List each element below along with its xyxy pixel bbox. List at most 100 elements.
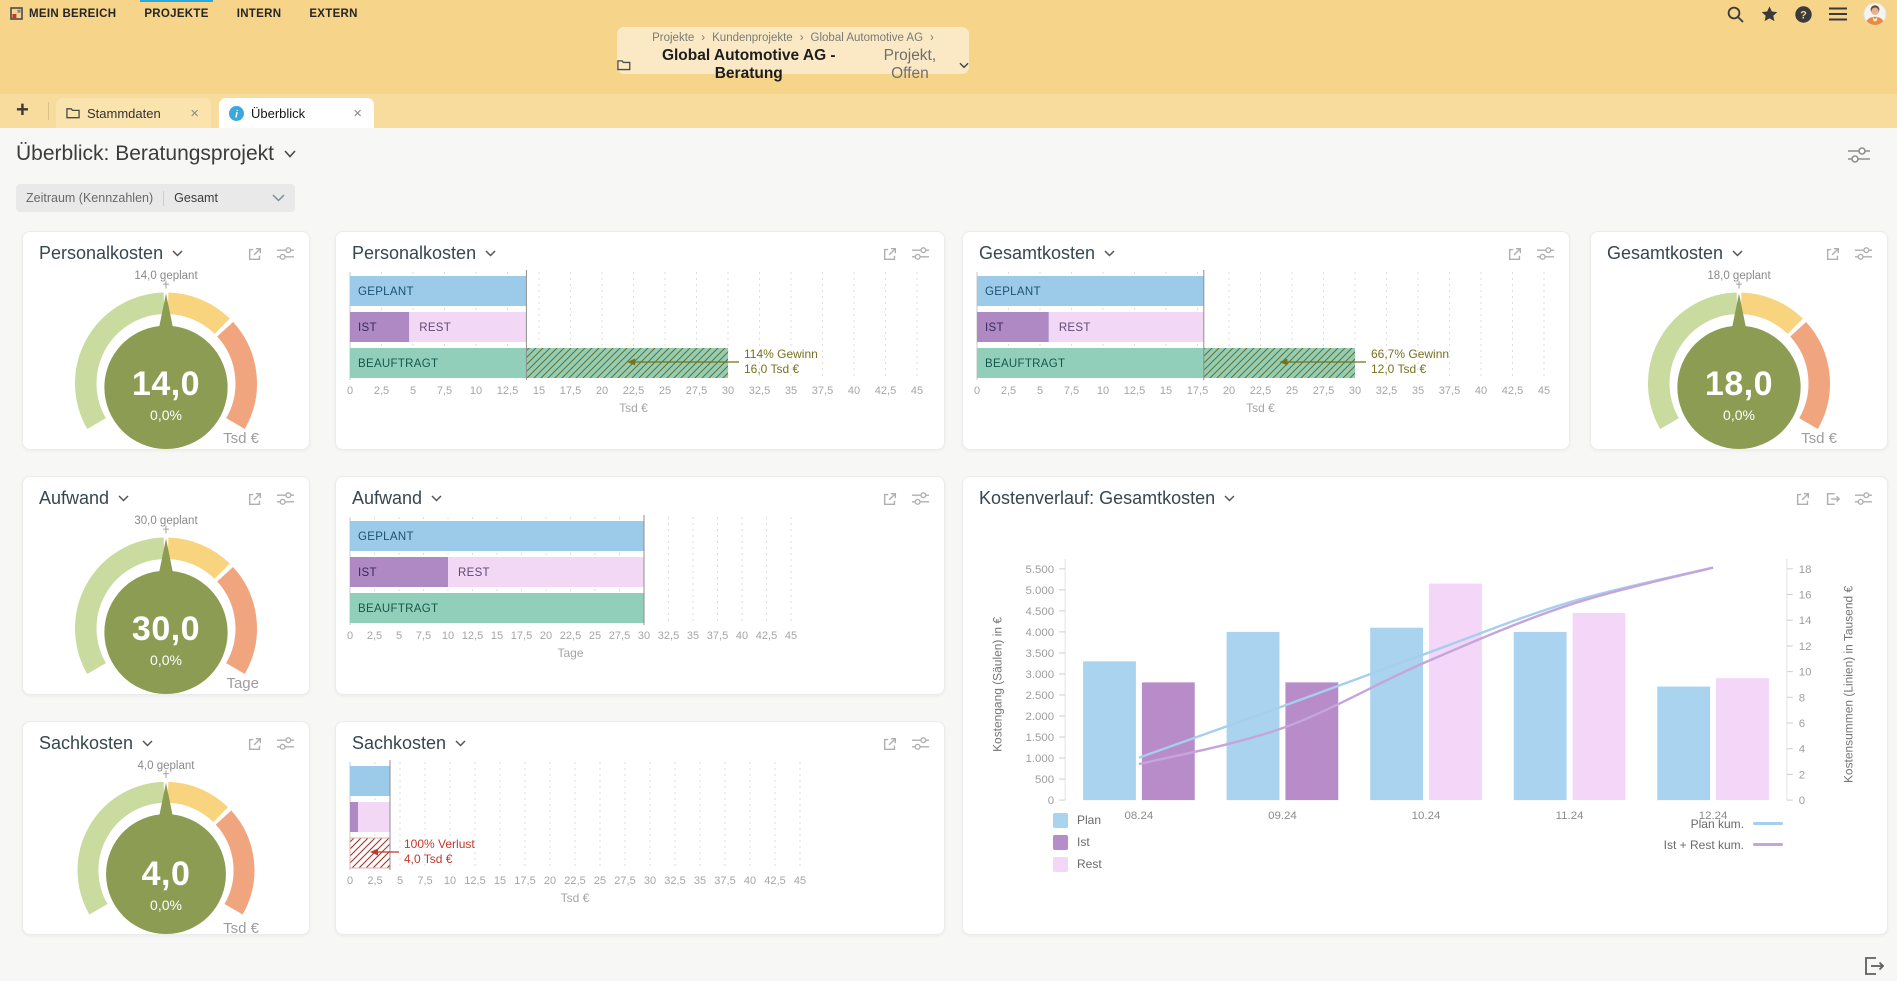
open-in-window-icon[interactable] [882, 736, 898, 752]
svg-text:30: 30 [644, 875, 656, 887]
svg-text:0: 0 [1799, 795, 1805, 807]
chart-settings-icon[interactable] [276, 736, 295, 751]
svg-text:17,5: 17,5 [514, 875, 535, 887]
card-title-dropdown[interactable]: Gesamtkosten [979, 243, 1115, 264]
chart-settings-icon[interactable] [911, 491, 930, 506]
svg-text:5: 5 [396, 630, 402, 642]
svg-text:40: 40 [848, 385, 860, 397]
help-icon[interactable]: ? [1794, 5, 1813, 24]
export-icon[interactable] [1824, 491, 1841, 507]
svg-text:15: 15 [533, 385, 545, 397]
filter-value: Gesamt [174, 191, 218, 205]
nav-extern[interactable]: EXTERN [309, 8, 357, 20]
search-icon[interactable] [1726, 5, 1745, 24]
user-avatar[interactable] [1863, 2, 1887, 26]
svg-text:0: 0 [347, 630, 353, 642]
open-in-window-icon[interactable] [882, 246, 898, 262]
tab-divider [48, 102, 49, 120]
chart-settings-icon[interactable] [276, 246, 295, 261]
gauge-value: 30,0 [23, 610, 309, 649]
kennzahlen-zeitraum-filter[interactable]: Zeitraum (Kennzahlen) Gesamt [16, 184, 295, 212]
breadcrumb-item[interactable]: Global Automotive AG [811, 32, 924, 44]
menu-icon[interactable] [1828, 6, 1848, 22]
svg-text:27,5: 27,5 [609, 630, 630, 642]
svg-text:40: 40 [736, 630, 748, 642]
chart-settings-icon[interactable] [1854, 246, 1873, 261]
svg-text:10: 10 [1799, 667, 1812, 679]
breadcrumb-panel: Projekte › Kundenprojekte › Global Autom… [617, 27, 969, 74]
svg-text:20: 20 [1223, 385, 1235, 397]
svg-text:7,5: 7,5 [416, 630, 431, 642]
nav-projekte[interactable]: PROJEKTE [144, 8, 208, 20]
svg-text:42,5: 42,5 [1502, 385, 1523, 397]
chevron-down-icon [431, 495, 442, 502]
combo-chart-area: 05001.0001.5002.0002.5003.0003.5004.0004… [971, 517, 1879, 834]
hbar-svg: GEPLANTISTRESTBEAUFTRAGT02,557,51012,515… [963, 268, 1569, 446]
hbar-svg: GEPLANTISTRESTBEAUFTRAGT02,557,51012,515… [336, 268, 944, 446]
open-in-window-icon[interactable] [1825, 246, 1841, 262]
tab-ueberblick[interactable]: i Überblick × [219, 98, 374, 128]
close-tab-icon[interactable]: × [188, 105, 201, 122]
page-title: Überblick: Beratungsprojekt [16, 142, 274, 166]
nav-intern[interactable]: INTERN [237, 8, 282, 20]
open-in-window-icon[interactable] [1795, 491, 1811, 507]
gauge-planned-label: 30,0 geplant [23, 515, 309, 527]
open-in-window-icon[interactable] [247, 491, 263, 507]
svg-text:Tsd €: Tsd € [619, 401, 648, 415]
application-window: MEIN BEREICH PROJEKTE INTERN EXTERN ? [0, 0, 1897, 981]
chart-settings-icon[interactable] [911, 246, 930, 261]
gauge-unit: Tsd € [1801, 430, 1837, 447]
card-title-dropdown[interactable]: Gesamtkosten [1607, 243, 1743, 264]
svg-text:32,5: 32,5 [749, 385, 770, 397]
card-title-dropdown[interactable]: Kostenverlauf: Gesamtkosten [979, 488, 1235, 509]
svg-text:66,7% Gewinn: 66,7% Gewinn [1371, 347, 1449, 361]
svg-text:4: 4 [1799, 744, 1806, 756]
nav-mein-bereich[interactable]: MEIN BEREICH [10, 7, 116, 20]
card-title-dropdown[interactable]: Personalkosten [39, 243, 183, 264]
tab-stammdaten[interactable]: Stammdaten × [56, 98, 211, 128]
page-title-dropdown[interactable]: Überblick: Beratungsprojekt [16, 142, 296, 166]
svg-text:22,5: 22,5 [564, 875, 585, 887]
chart-settings-icon[interactable] [911, 736, 930, 751]
project-title-dropdown[interactable]: Global Automotive AG - Beratung Projekt,… [617, 47, 969, 83]
svg-text:32,5: 32,5 [658, 630, 679, 642]
new-tab-button[interactable]: + [16, 99, 29, 121]
svg-text:10.24: 10.24 [1412, 810, 1441, 822]
card-title-dropdown[interactable]: Sachkosten [352, 733, 466, 754]
svg-text:10: 10 [444, 875, 456, 887]
card-title-dropdown[interactable]: Aufwand [39, 488, 129, 509]
breadcrumb-item[interactable]: Kundenprojekte [712, 32, 793, 44]
legend-bars: Plan Ist Rest [1053, 809, 1102, 875]
header-icon-bar: ? [1726, 2, 1887, 26]
card-title-dropdown[interactable]: Personalkosten [352, 243, 496, 264]
chart-settings-icon[interactable] [1854, 491, 1873, 506]
hbar-chart-area: GEPLANTISTRESTBEAUFTRAGT02,557,51012,515… [336, 268, 944, 449]
chart-settings-icon[interactable] [1536, 246, 1555, 261]
breadcrumb-separator: › [701, 32, 705, 44]
svg-text:12,5: 12,5 [497, 385, 518, 397]
svg-text:BEAUFTRAGT: BEAUFTRAGT [985, 358, 1065, 370]
open-in-window-icon[interactable] [882, 491, 898, 507]
open-in-window-icon[interactable] [247, 736, 263, 752]
open-in-window-icon[interactable] [1507, 246, 1523, 262]
chevron-down-icon [1732, 250, 1743, 257]
open-in-window-icon[interactable] [247, 246, 263, 262]
chart-settings-icon[interactable] [276, 491, 295, 506]
favorites-star-icon[interactable] [1760, 5, 1779, 24]
close-tab-icon[interactable]: × [351, 105, 364, 122]
logout-icon[interactable] [1862, 955, 1885, 977]
card-sachkosten-bars: Sachkosten 02,557,51012,51517,52022,5252… [335, 721, 945, 935]
dashboard-settings-icon[interactable] [1847, 146, 1871, 164]
breadcrumb-item[interactable]: Projekte [652, 32, 694, 44]
card-gesamtkosten-gauge: Gesamtkosten 18,0 geplant 18,0 0,0% Tsd … [1590, 231, 1888, 450]
card-title-dropdown[interactable]: Sachkosten [39, 733, 153, 754]
main-nav: MEIN BEREICH PROJEKTE INTERN EXTERN [0, 0, 1897, 20]
svg-text:2,5: 2,5 [1001, 385, 1016, 397]
svg-text:40: 40 [744, 875, 756, 887]
card-title-dropdown[interactable]: Aufwand [352, 488, 442, 509]
svg-text:IST: IST [358, 567, 377, 579]
gauge-planned-label: 4,0 geplant [23, 760, 309, 772]
folder-icon [617, 59, 631, 71]
svg-text:25: 25 [659, 385, 671, 397]
svg-text:42,5: 42,5 [875, 385, 896, 397]
